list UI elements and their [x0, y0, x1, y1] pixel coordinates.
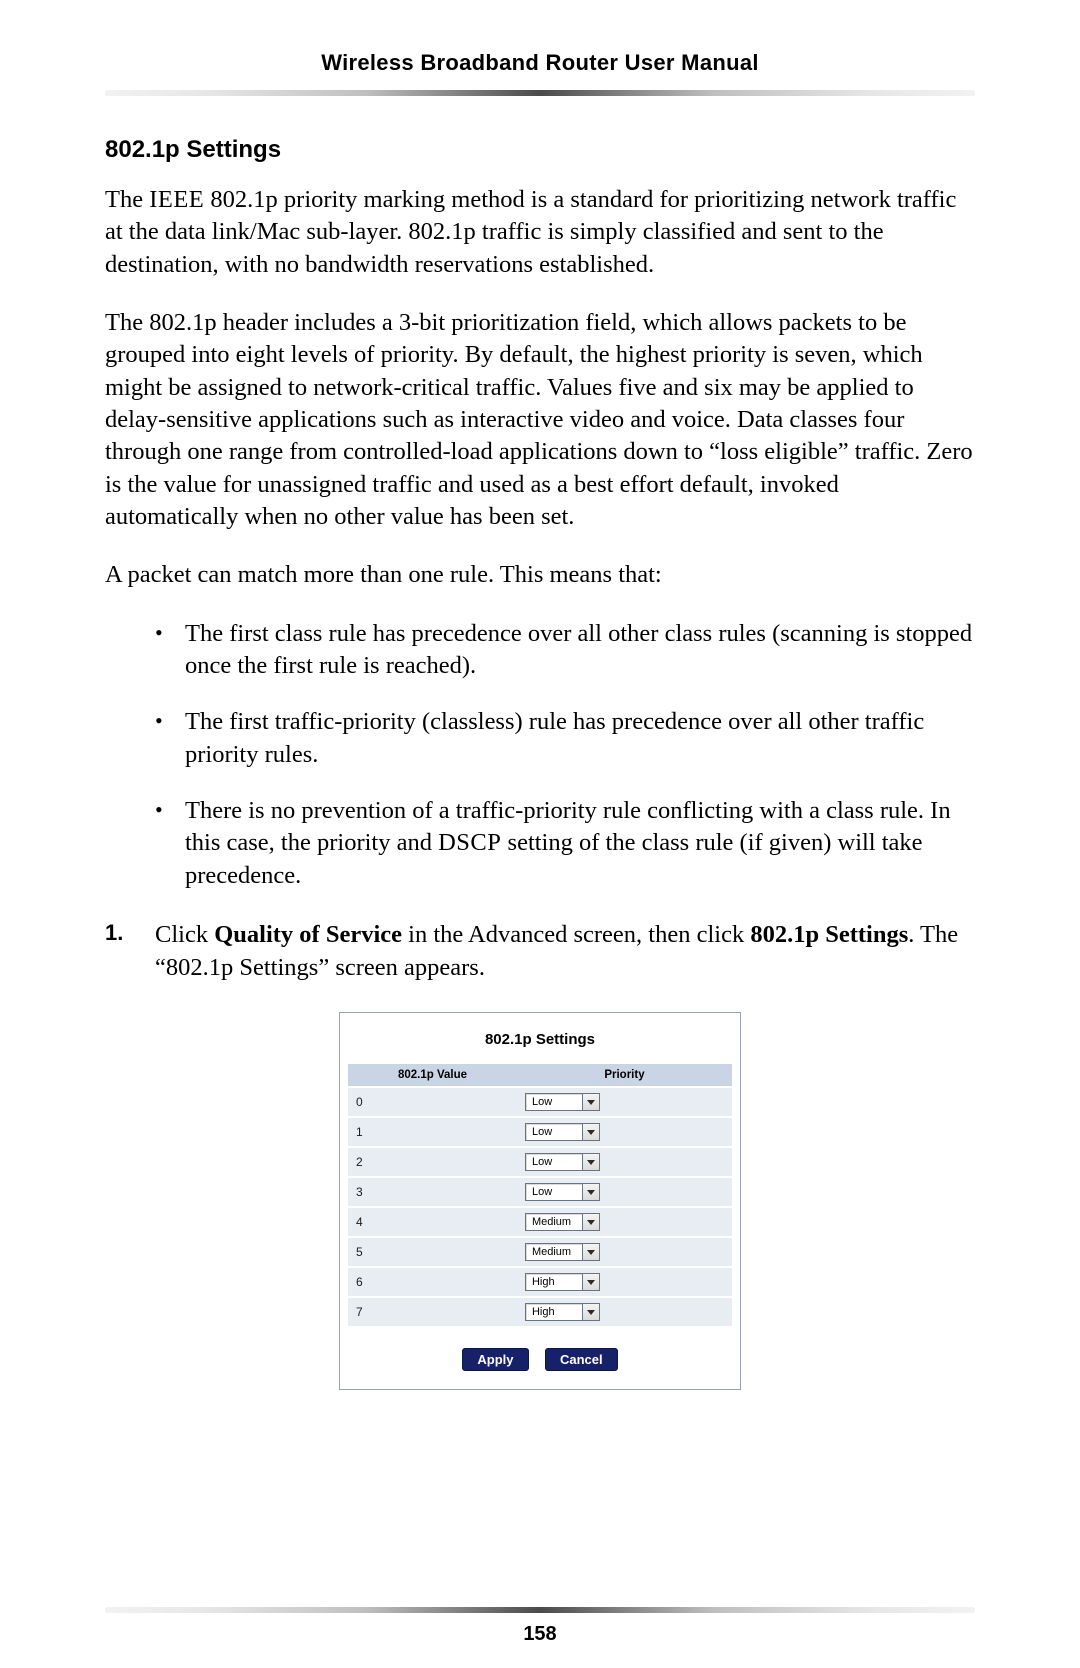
text: The [105, 186, 149, 213]
cell-priority: Medium [517, 1238, 732, 1266]
table-row: 6 High [348, 1268, 732, 1296]
ui-reference-settings: 802.1p Settings [750, 921, 908, 948]
select-value: Medium [526, 1214, 582, 1230]
select-value: High [526, 1304, 582, 1320]
page-number: 158 [0, 1623, 1080, 1646]
priority-select[interactable]: Low [525, 1153, 600, 1171]
header-divider [105, 90, 975, 96]
cell-value: 1 [348, 1118, 517, 1146]
select-value: Medium [526, 1244, 582, 1260]
table-row: 1 Low [348, 1118, 732, 1146]
settings-panel-wrapper: 802.1p Settings 802.1p Value Priority 0 … [105, 1012, 975, 1390]
settings-panel: 802.1p Settings 802.1p Value Priority 0 … [339, 1012, 741, 1390]
priority-select[interactable]: Low [525, 1093, 600, 1111]
chevron-down-icon [582, 1154, 599, 1170]
panel-title: 802.1p Settings [348, 1031, 732, 1048]
section-heading: 802.1p Settings [105, 136, 975, 164]
step-item: 1. Click Quality of Service in the Advan… [105, 918, 975, 984]
col-header-value: 802.1p Value [348, 1064, 517, 1086]
acronym-ieee: IEEE [149, 186, 204, 213]
rules-bullet-list: The first class rule has precedence over… [105, 618, 975, 892]
paragraph-header-desc: The 802.1p header includes a 3-bit prior… [105, 307, 975, 533]
cell-value: 6 [348, 1268, 517, 1296]
cell-value: 2 [348, 1148, 517, 1176]
col-header-priority: Priority [517, 1064, 732, 1086]
select-value: Low [526, 1184, 582, 1200]
table-header-row: 802.1p Value Priority [348, 1064, 732, 1086]
cell-priority: High [517, 1268, 732, 1296]
select-value: Low [526, 1154, 582, 1170]
chevron-down-icon [582, 1274, 599, 1290]
cell-value: 5 [348, 1238, 517, 1266]
cell-value: 7 [348, 1298, 517, 1326]
table-row: 7 High [348, 1298, 732, 1326]
cell-priority: Medium [517, 1208, 732, 1236]
apply-button[interactable]: Apply [462, 1348, 528, 1371]
priority-select[interactable]: High [525, 1273, 600, 1291]
priority-select[interactable]: Low [525, 1183, 600, 1201]
button-row: Apply Cancel [348, 1348, 732, 1371]
document-page: Wireless Broadband Router User Manual 80… [0, 0, 1080, 1668]
table-row: 3 Low [348, 1178, 732, 1206]
chevron-down-icon [582, 1124, 599, 1140]
table-row: 0 Low [348, 1088, 732, 1116]
bullet-item: There is no prevention of a traffic-prio… [185, 795, 975, 892]
acronym-dscp: DSCP [438, 829, 501, 856]
cell-value: 0 [348, 1088, 517, 1116]
table-row: 5 Medium [348, 1238, 732, 1266]
text: 802.1p priority marking method is a stan… [105, 186, 956, 278]
bullet-item: The first traffic-priority (classless) r… [185, 706, 975, 771]
chevron-down-icon [582, 1094, 599, 1110]
step-number: 1. [105, 918, 123, 948]
running-header: Wireless Broadband Router User Manual [105, 50, 975, 76]
cell-priority: High [517, 1298, 732, 1326]
cell-priority: Low [517, 1178, 732, 1206]
chevron-down-icon [582, 1304, 599, 1320]
priority-select[interactable]: Medium [525, 1243, 600, 1261]
text: in the Advanced screen, then click [402, 921, 750, 948]
cancel-button[interactable]: Cancel [545, 1348, 618, 1371]
cell-value: 3 [348, 1178, 517, 1206]
priority-select[interactable]: Medium [525, 1213, 600, 1231]
step-list: 1. Click Quality of Service in the Advan… [105, 918, 975, 984]
bullet-item: The first class rule has precedence over… [185, 618, 975, 683]
cell-priority: Low [517, 1148, 732, 1176]
priority-select[interactable]: Low [525, 1123, 600, 1141]
footer-divider [105, 1607, 975, 1613]
ui-reference-qos: Quality of Service [214, 921, 402, 948]
cell-priority: Low [517, 1088, 732, 1116]
table-row: 2 Low [348, 1148, 732, 1176]
table-row: 4 Medium [348, 1208, 732, 1236]
chevron-down-icon [582, 1244, 599, 1260]
chevron-down-icon [582, 1214, 599, 1230]
cell-value: 4 [348, 1208, 517, 1236]
text: Click [155, 921, 214, 948]
select-value: Low [526, 1094, 582, 1110]
paragraph-intro: The IEEE 802.1p priority marking method … [105, 184, 975, 281]
priority-select[interactable]: High [525, 1303, 600, 1321]
select-value: Low [526, 1124, 582, 1140]
chevron-down-icon [582, 1184, 599, 1200]
paragraph-rules-intro: A packet can match more than one rule. T… [105, 559, 975, 591]
select-value: High [526, 1274, 582, 1290]
cell-priority: Low [517, 1118, 732, 1146]
settings-table: 802.1p Value Priority 0 Low [348, 1062, 732, 1328]
